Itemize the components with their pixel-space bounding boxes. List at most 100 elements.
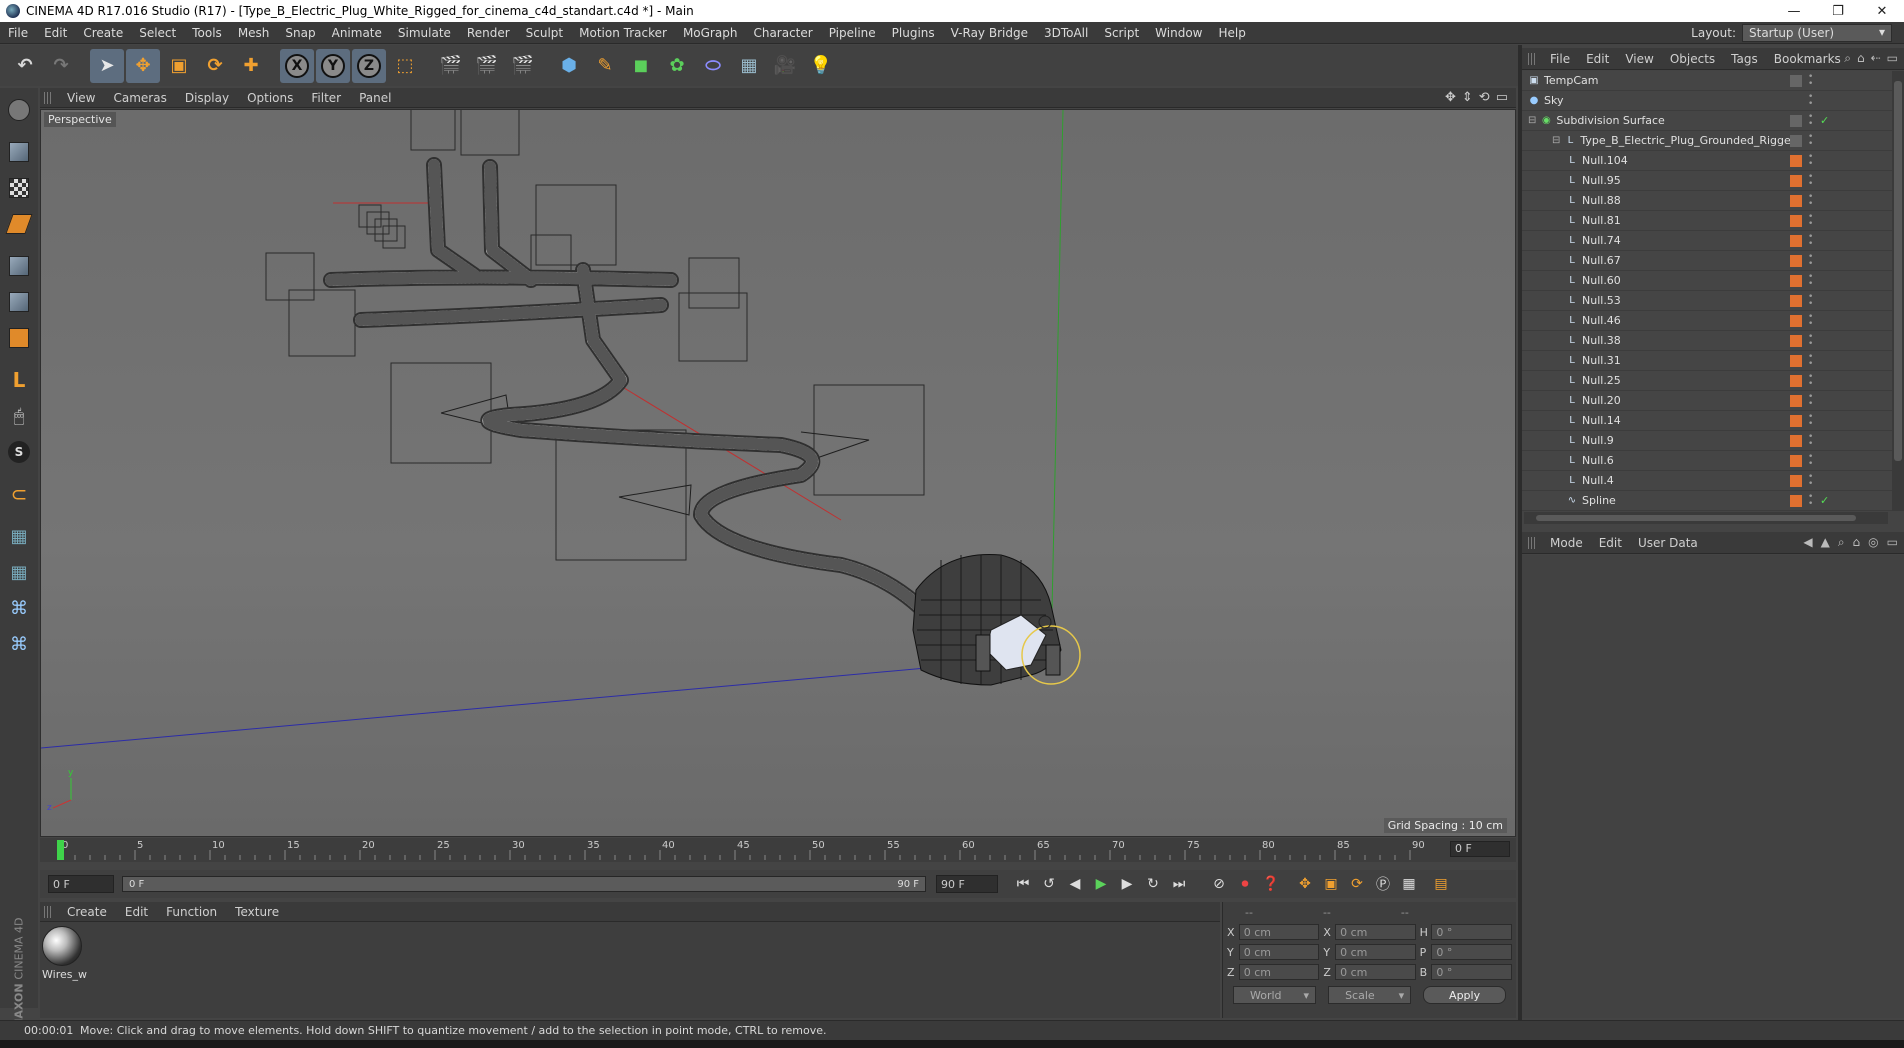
visibility-dots-icon[interactable]: • •: [1808, 112, 1816, 128]
polygons-mode-button[interactable]: [3, 322, 35, 354]
go-to-start-button[interactable]: ⏮: [1010, 872, 1036, 896]
max-frame-field[interactable]: 90 F: [936, 875, 998, 893]
coordinate-space-dropdown[interactable]: World: [1233, 986, 1317, 1004]
om-menu-bookmarks[interactable]: Bookmarks: [1766, 52, 1849, 66]
transform-tool-button[interactable]: ✚: [234, 49, 268, 83]
previous-frame-button[interactable]: ◀: [1062, 872, 1088, 896]
object-row[interactable]: L Null.38 • •: [1522, 331, 1904, 351]
object-row[interactable]: L Null.81 • •: [1522, 211, 1904, 231]
visibility-dots-icon[interactable]: • •: [1808, 252, 1816, 268]
menu-select[interactable]: Select: [131, 26, 184, 40]
layer-color-tag[interactable]: [1790, 334, 1802, 347]
menu-render[interactable]: Render: [459, 26, 518, 40]
coordinate-system-button[interactable]: ⬚: [388, 49, 422, 83]
min-frame-field[interactable]: 0 F: [48, 875, 114, 893]
visibility-dots-icon[interactable]: • •: [1808, 172, 1816, 188]
x-axis-lock-button[interactable]: X: [280, 48, 314, 83]
object-row[interactable]: L Null.60 • •: [1522, 271, 1904, 291]
attr-menu-edit[interactable]: Edit: [1591, 536, 1630, 550]
render-view-button[interactable]: 🎬: [434, 49, 468, 83]
next-key-button[interactable]: ↻: [1140, 872, 1166, 896]
layer-color-tag[interactable]: [1790, 354, 1802, 367]
viewport-menu-panel[interactable]: Panel: [350, 91, 400, 105]
maximize-view-icon[interactable]: ▭: [1496, 90, 1508, 105]
visibility-dots-icon[interactable]: • •: [1808, 292, 1816, 308]
layer-color-tag[interactable]: [1790, 74, 1802, 87]
y-axis-lock-button[interactable]: Y: [316, 48, 350, 83]
layer-color-tag[interactable]: [1790, 294, 1802, 307]
layer-color-tag[interactable]: [1790, 254, 1802, 267]
menu-motion-tracker[interactable]: Motion Tracker: [571, 26, 675, 40]
menu-simulate[interactable]: Simulate: [390, 26, 459, 40]
coordinate-mode-dropdown[interactable]: Scale: [1328, 986, 1412, 1004]
key-rotation-button[interactable]: ⟳: [1344, 872, 1370, 896]
menu-edit[interactable]: Edit: [36, 26, 75, 40]
current-frame-field[interactable]: 0 F: [1450, 841, 1510, 857]
restore-button[interactable]: ❐: [1816, 0, 1860, 22]
object-manager-scrollbar[interactable]: [1892, 71, 1904, 511]
add-spline-pen-button[interactable]: ✎: [588, 49, 622, 83]
menu-mograph[interactable]: MoGraph: [675, 26, 746, 40]
collapse-toggle-icon[interactable]: ⊟: [1528, 115, 1536, 126]
tweak-mode-button[interactable]: 🖱: [3, 400, 35, 432]
python-script-2-button[interactable]: ⌘: [3, 628, 35, 660]
z-axis-lock-button[interactable]: Z: [352, 48, 386, 83]
key-position-button[interactable]: ✥: [1292, 872, 1318, 896]
om-menu-view[interactable]: View: [1617, 52, 1661, 66]
layer-color-tag[interactable]: [1790, 114, 1802, 127]
layer-color-tag[interactable]: [1790, 154, 1802, 167]
menu-help[interactable]: Help: [1210, 26, 1253, 40]
layer-color-tag[interactable]: [1790, 314, 1802, 327]
layer-color-tag[interactable]: [1790, 274, 1802, 287]
visibility-dots-icon[interactable]: • •: [1808, 452, 1816, 468]
previous-key-button[interactable]: ↺: [1036, 872, 1062, 896]
home-icon[interactable]: ⌂: [1857, 51, 1865, 66]
visibility-dots-icon[interactable]: • •: [1808, 212, 1816, 228]
layer-color-tag[interactable]: [1790, 374, 1802, 387]
object-row[interactable]: L Null.14 • •: [1522, 411, 1904, 431]
viewport-menu-cameras[interactable]: Cameras: [104, 91, 175, 105]
visibility-dots-icon[interactable]: • •: [1808, 332, 1816, 348]
visibility-dots-icon[interactable]: • •: [1808, 352, 1816, 368]
snap-button[interactable]: ⊂: [3, 478, 35, 510]
solo-button[interactable]: S: [3, 436, 35, 468]
rotation-p-field[interactable]: 0 °: [1431, 944, 1512, 960]
menu-window[interactable]: Window: [1147, 26, 1210, 40]
lock-icon[interactable]: ⌂: [1853, 535, 1861, 550]
timeline-window-button[interactable]: ▤: [1428, 872, 1454, 896]
perspective-viewport[interactable]: y z Perspective Grid Spacing : 10 cm: [40, 109, 1516, 837]
pan-view-icon[interactable]: ✥: [1445, 90, 1456, 105]
layer-color-tag[interactable]: [1790, 434, 1802, 447]
search-icon[interactable]: ⌕: [1844, 51, 1851, 66]
size-x-field[interactable]: 0 cm: [1335, 924, 1416, 940]
visibility-dots-icon[interactable]: • •: [1808, 492, 1816, 508]
new-panel-icon[interactable]: ▭: [1887, 535, 1898, 550]
layer-color-tag[interactable]: [1790, 174, 1802, 187]
record-button[interactable]: ⏺: [1232, 872, 1258, 896]
workplane-grid-button[interactable]: ▦: [3, 520, 35, 552]
next-frame-button[interactable]: ▶: [1114, 872, 1140, 896]
object-row[interactable]: ● Sky • •: [1522, 91, 1904, 111]
render-picture-viewer-button[interactable]: 🎬: [470, 49, 504, 83]
menu-3dtoall[interactable]: 3DToAll: [1036, 26, 1096, 40]
rotation-b-field[interactable]: 0 °: [1431, 964, 1512, 980]
object-manager-hscrollbar[interactable]: [1524, 512, 1888, 524]
layer-color-tag[interactable]: [1790, 474, 1802, 487]
om-menu-tags[interactable]: Tags: [1723, 52, 1766, 66]
preview-range-slider[interactable]: 0 F 90 F: [122, 876, 926, 892]
viewport-menu-options[interactable]: Options: [238, 91, 302, 105]
menu-tools[interactable]: Tools: [184, 26, 230, 40]
search-icon[interactable]: ⌕: [1838, 535, 1845, 550]
object-row[interactable]: L Null.46 • •: [1522, 311, 1904, 331]
visibility-dots-icon[interactable]: • •: [1808, 92, 1816, 108]
attr-menu-mode[interactable]: Mode: [1542, 536, 1591, 550]
add-cube-button[interactable]: ⬢: [552, 49, 586, 83]
size-y-field[interactable]: 0 cm: [1335, 944, 1416, 960]
object-row[interactable]: L Null.74 • •: [1522, 231, 1904, 251]
object-row[interactable]: L Null.4 • •: [1522, 471, 1904, 491]
visibility-dots-icon[interactable]: • •: [1808, 432, 1816, 448]
om-menu-edit[interactable]: Edit: [1578, 52, 1617, 66]
layer-color-tag[interactable]: [1790, 414, 1802, 427]
object-row[interactable]: ∿ Spline • • ✓: [1522, 491, 1904, 511]
layer-color-tag[interactable]: [1790, 454, 1802, 467]
